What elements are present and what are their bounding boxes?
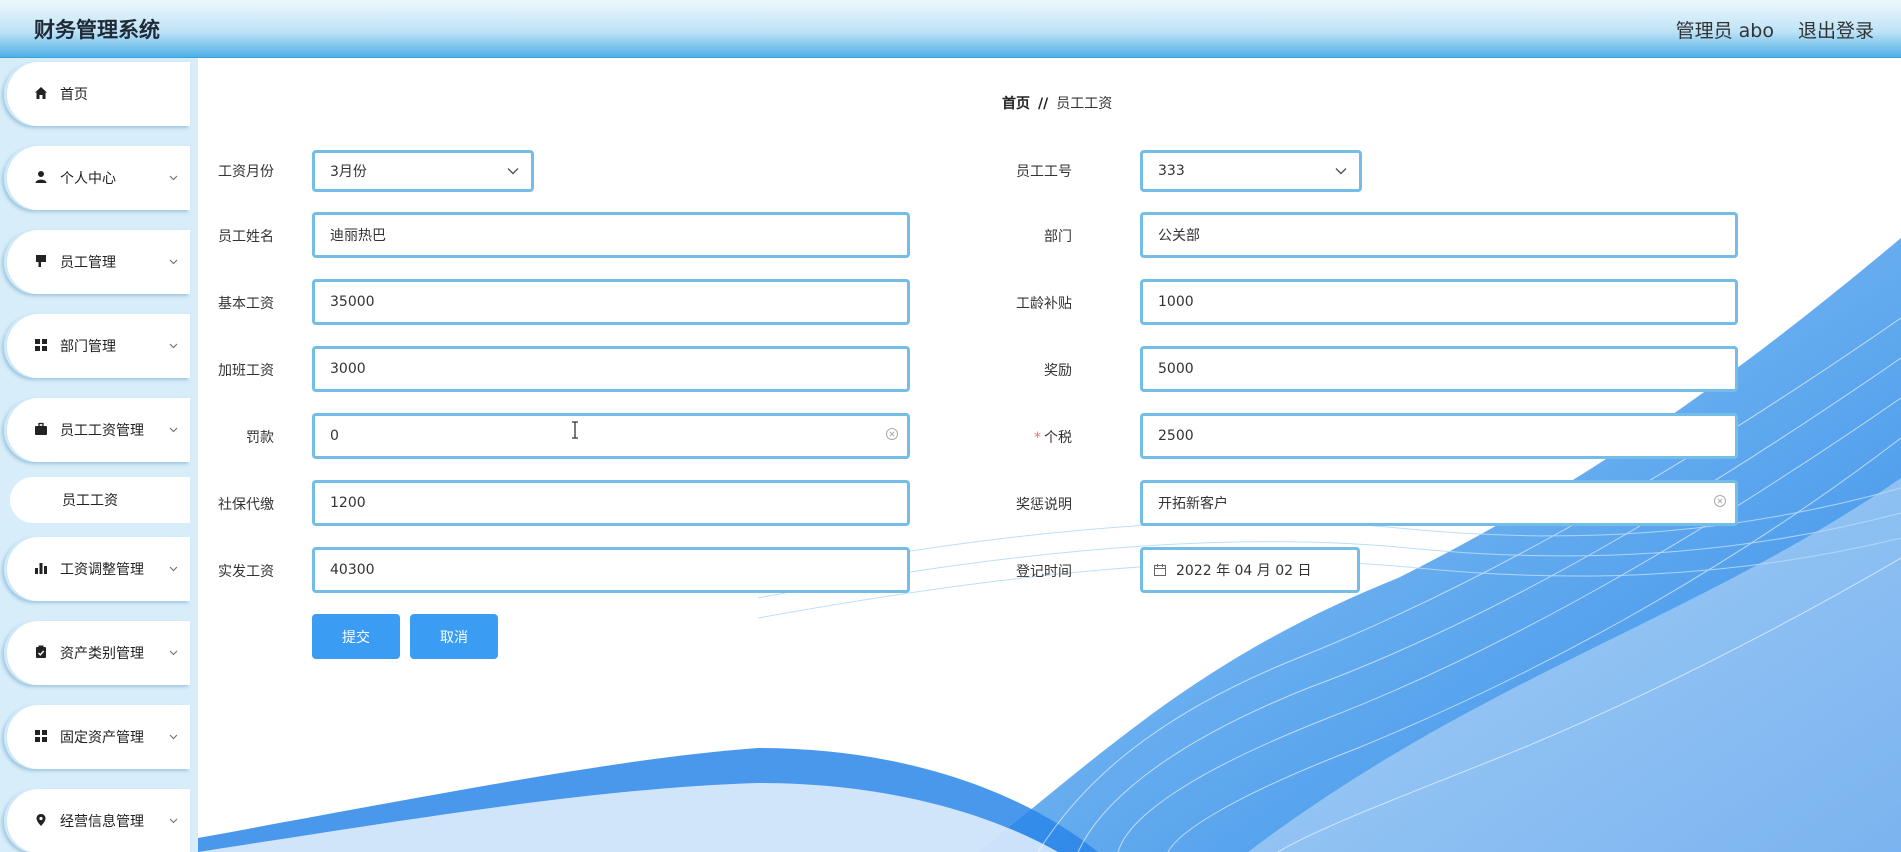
breadcrumb: 首页 // 员工工资: [1002, 93, 1112, 113]
sidebar-item-label: 员工管理: [60, 255, 116, 271]
register-date-picker[interactable]: 2022 年 04 月 02 日: [1140, 547, 1360, 593]
admin-user-label[interactable]: 管理员 abo: [1676, 16, 1774, 43]
chevron-down-icon: [169, 650, 178, 656]
penalty-label: 罚款: [246, 430, 274, 446]
chevron-down-icon: [507, 168, 519, 175]
seniority-allowance-label: 工龄补贴: [1016, 296, 1072, 312]
seniority-allowance-field[interactable]: [1140, 279, 1738, 325]
salary-month-label: 工资月份: [218, 164, 274, 180]
employee-id-select[interactable]: 333: [1140, 150, 1362, 192]
sidebar-item-employee-management[interactable]: 员工管理: [4, 230, 190, 294]
seniority-allowance-input[interactable]: [1158, 294, 1735, 310]
income-tax-field[interactable]: [1140, 413, 1738, 459]
breadcrumb-current: 员工工资: [1056, 96, 1113, 112]
sidebar-item-asset-category[interactable]: 资产类别管理: [4, 621, 190, 685]
overtime-pay-input[interactable]: [330, 361, 907, 377]
bonus-field[interactable]: [1140, 346, 1738, 392]
user-icon: [35, 171, 47, 183]
pin-icon: [36, 255, 46, 267]
employee-name-input[interactable]: [330, 227, 907, 243]
sidebar-item-label: 员工工资管理: [60, 423, 144, 439]
chevron-down-icon: [169, 175, 178, 181]
submit-button[interactable]: 提交: [312, 614, 400, 659]
chevron-down-icon: [169, 427, 178, 433]
app-title: 财务管理系统: [34, 18, 160, 42]
clear-icon[interactable]: [885, 427, 899, 441]
sidebar-item-department-management[interactable]: 部门管理: [4, 314, 190, 378]
chevron-down-icon: [169, 343, 178, 349]
sidebar-item-label: 首页: [60, 87, 88, 103]
sidebar-item-label: 经营信息管理: [60, 814, 144, 830]
header-user-area: 管理员 abo 退出登录: [1676, 16, 1874, 43]
employee-id-value: 333: [1158, 163, 1185, 179]
income-tax-label-text: 个税: [1044, 430, 1072, 446]
chevron-down-icon: [169, 259, 178, 265]
salary-month-value: 3月份: [330, 164, 367, 180]
sidebar-subitem-employee-salary[interactable]: 员工工资: [10, 477, 190, 523]
chevron-down-icon: [1335, 168, 1347, 175]
employee-name-field[interactable]: [312, 212, 910, 258]
salary-month-select[interactable]: 3月份: [312, 150, 534, 192]
employee-name-label: 员工姓名: [218, 229, 274, 245]
social-insurance-label: 社保代缴: [218, 497, 274, 513]
social-insurance-field[interactable]: [312, 480, 910, 526]
text-cursor-icon: [572, 421, 578, 439]
overtime-pay-field[interactable]: [312, 346, 910, 392]
calendar-icon: [1154, 564, 1166, 576]
sidebar-item-label: 资产类别管理: [60, 646, 144, 662]
reward-note-input[interactable]: [1158, 495, 1735, 511]
sidebar-item-fixed-assets[interactable]: 固定资产管理: [4, 705, 190, 769]
grid-icon: [35, 730, 47, 742]
reward-note-label: 奖惩说明: [1016, 497, 1072, 513]
required-mark: *: [1034, 430, 1041, 446]
overtime-pay-label: 加班工资: [218, 363, 274, 379]
main-content: 首页//员工工资 工资月份 3月份 员工工号 333 员工姓名 部门 基本工资 …: [198, 58, 1901, 852]
chevron-down-icon: [169, 734, 178, 740]
base-salary-field[interactable]: [312, 279, 910, 325]
social-insurance-input[interactable]: [330, 495, 907, 511]
chevron-down-icon: [169, 818, 178, 824]
breadcrumb-home[interactable]: 首页: [1002, 96, 1030, 112]
clear-icon[interactable]: [1713, 494, 1727, 508]
briefcase-icon: [35, 422, 47, 435]
base-salary-label: 基本工资: [218, 296, 274, 312]
bar-chart-icon: [35, 563, 47, 574]
home-icon: [35, 87, 47, 99]
department-field[interactable]: [1140, 212, 1738, 258]
grid-icon: [35, 339, 47, 351]
income-tax-label: * 个税: [996, 427, 1072, 447]
net-salary-label: 实发工资: [218, 564, 274, 580]
net-salary-input[interactable]: [330, 562, 907, 578]
net-salary-field[interactable]: [312, 547, 910, 593]
sidebar-item-salary-adjustment[interactable]: 工资调整管理: [4, 537, 190, 601]
register-date-label: 登记时间: [1016, 564, 1072, 580]
breadcrumb-separator: //: [1038, 96, 1049, 112]
sidebar-item-label: 部门管理: [60, 339, 116, 355]
top-header: 财务管理系统 管理员 abo 退出登录: [0, 0, 1901, 58]
department-label: 部门: [1044, 229, 1072, 245]
clipboard-icon: [36, 645, 46, 658]
penalty-input[interactable]: [330, 428, 907, 444]
bonus-input[interactable]: [1158, 361, 1735, 377]
sidebar-item-label: 个人中心: [60, 171, 116, 187]
employee-id-label: 员工工号: [1016, 164, 1072, 180]
register-date-value: 2022 年 04 月 02 日: [1176, 563, 1312, 579]
cancel-button[interactable]: 取消: [410, 614, 498, 659]
sidebar-item-label: 固定资产管理: [60, 730, 144, 746]
logout-link[interactable]: 退出登录: [1798, 16, 1874, 43]
base-salary-input[interactable]: [330, 294, 907, 310]
chevron-down-icon: [169, 566, 178, 572]
sidebar: 首页 个人中心 员工管理 部门管理 员工工资管理 员工工资 工资调整管理 资产类…: [0, 58, 198, 852]
sidebar-item-business-info[interactable]: 经营信息管理: [4, 789, 190, 852]
bonus-label: 奖励: [1044, 363, 1072, 379]
department-input[interactable]: [1158, 227, 1735, 243]
sidebar-item-label: 工资调整管理: [60, 562, 144, 578]
sidebar-item-salary-management[interactable]: 员工工资管理: [4, 398, 190, 462]
location-icon: [36, 814, 46, 826]
income-tax-input[interactable]: [1158, 428, 1735, 444]
penalty-field[interactable]: [312, 413, 910, 459]
reward-note-field[interactable]: [1140, 480, 1738, 526]
sidebar-item-home[interactable]: 首页: [4, 62, 190, 126]
sidebar-item-personal-center[interactable]: 个人中心: [4, 146, 190, 210]
